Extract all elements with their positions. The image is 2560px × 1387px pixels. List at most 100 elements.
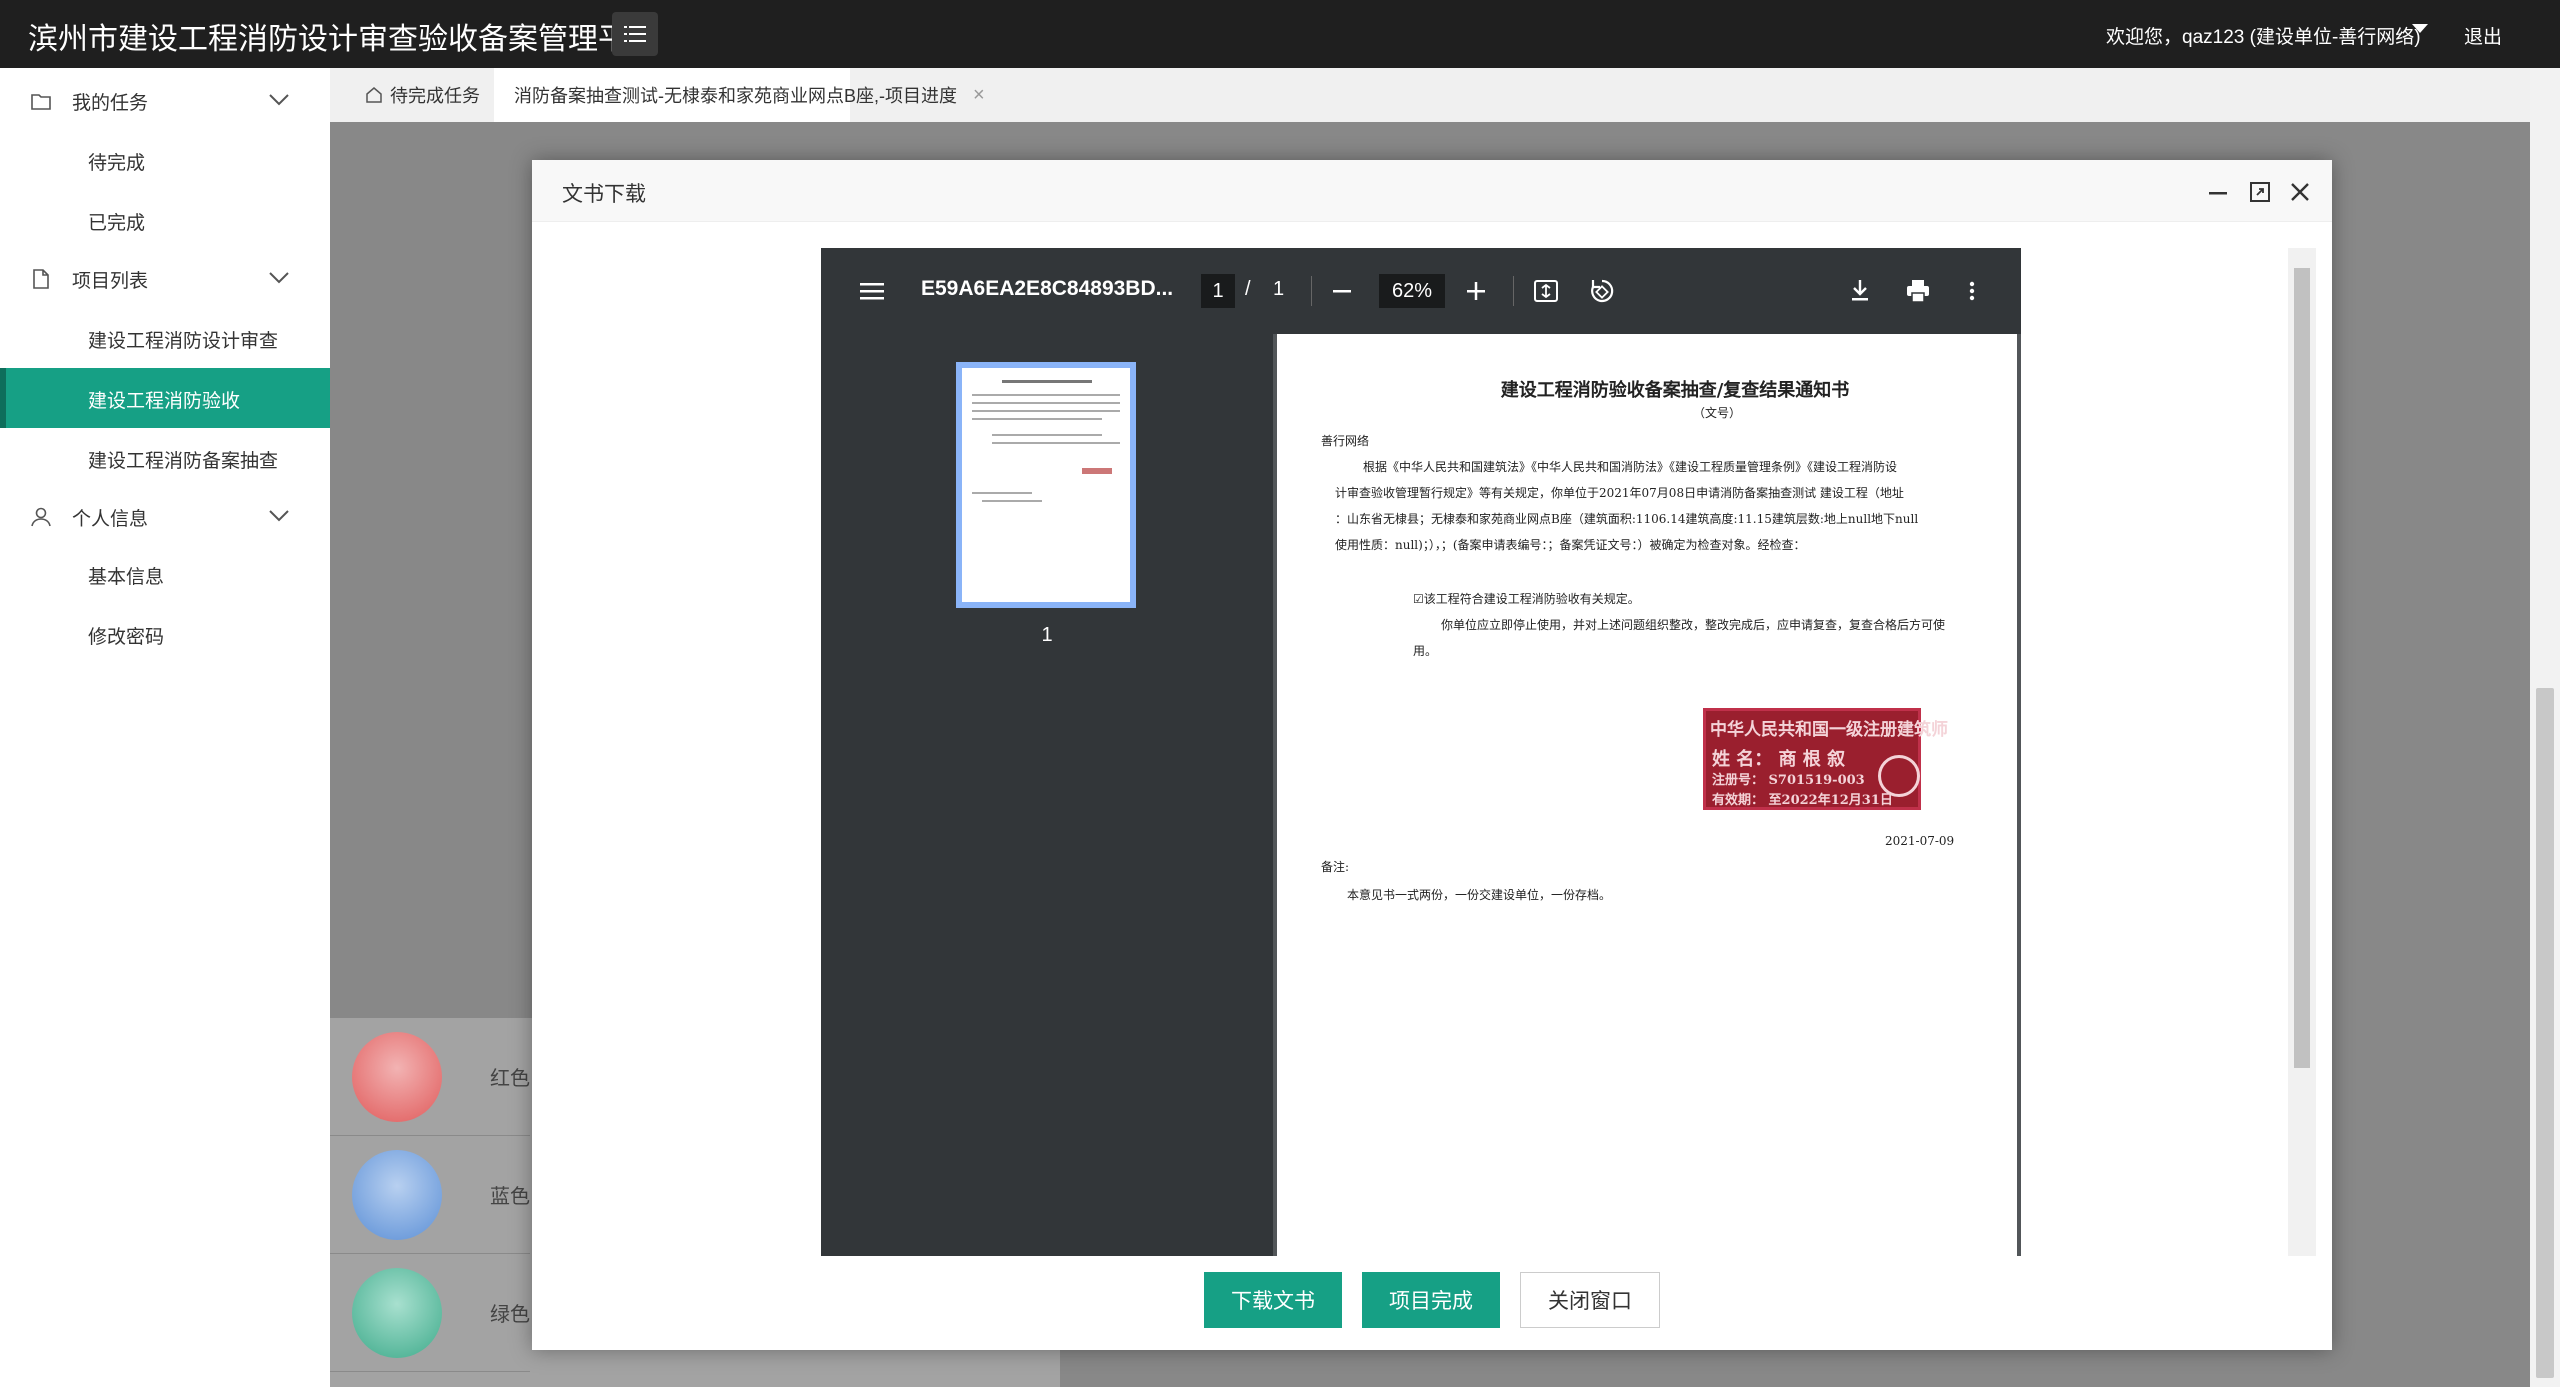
hamburger-menu-icon[interactable] [857,276,887,306]
download-icon[interactable] [1845,276,1875,306]
page-thumbnail[interactable] [956,362,1136,608]
sidebar-item-label: 建设工程消防备案抽查 [88,451,279,472]
thumbnail-page-number: 1 [1041,624,1053,646]
sidebar-item-label: 基本信息 [88,567,165,588]
sidebar-item-done[interactable]: 已完成 [0,190,330,250]
sidebar-item-change-password[interactable]: 修改密码 [0,604,330,664]
sidebar-group-label: 个人信息 [72,509,149,530]
sidebar-item-basic-info[interactable]: 基本信息 [0,544,330,604]
list-item-label: 蓝色 [490,1186,530,1208]
document-number: （文号） [1692,406,1741,420]
tab-bar: 待完成任务 消防备案抽查测试-无棣泰和家苑商业网点B座,-项目进度 × [330,68,2530,122]
list-item-label: 绿色 [490,1304,530,1326]
tab-project-progress[interactable]: 消防备案抽查测试-无棣泰和家苑商业网点B座,-项目进度 × [494,68,985,122]
avatar [352,1268,442,1358]
avatar [352,1150,442,1240]
more-vertical-icon[interactable] [1957,276,1987,306]
sidebar-item-pending[interactable]: 待完成 [0,130,330,190]
sidebar-group-label: 我的任务 [72,93,149,114]
document-title: 建设工程消防验收备案抽查/复查结果通知书 [1500,380,1850,401]
sidebar-group-project-list[interactable]: 项目列表 [0,248,330,308]
modal-header: 文书下载 [532,160,2332,222]
sidebar-group-my-tasks[interactable]: 我的任务 [0,70,330,130]
scrollbar-thumb[interactable] [2536,688,2554,1378]
document-recipient: 善行网络 [1321,434,1370,448]
sidebar-item-label: 建设工程消防验收 [88,391,241,412]
page-number-input[interactable]: 1 [1201,274,1235,308]
rotate-icon[interactable] [1587,276,1617,306]
seal-emblem-icon [1878,755,1920,797]
document-remark-label: 备注: [1321,860,1350,874]
home-icon [366,87,382,103]
download-document-button[interactable]: 下载文书 [1204,1272,1342,1328]
document-body-line: 计审查验收管理暂行规定》等有关规定，你单位于2021年07月08日申请消防备案抽… [1335,486,1904,500]
sidebar-item-label: 待完成 [88,153,146,174]
minimize-icon[interactable] [2206,180,2230,204]
list-item: 绿色 [330,1254,530,1372]
sidebar-item-filing-check[interactable]: 建设工程消防备案抽查 [0,428,330,488]
toolbar-divider [1513,276,1514,306]
zoom-in-icon[interactable] [1461,276,1491,306]
close-icon[interactable] [2288,180,2312,204]
stamp-text: 注册号： S701519-003 [1712,773,1865,788]
folder-icon [31,94,51,110]
tab-label: 待完成任务 [390,86,480,106]
chevron-down-icon [269,510,289,522]
page-scrollbar[interactable] [2530,68,2560,1387]
tab-home[interactable]: 待完成任务 [344,68,494,122]
document-remark-text: 本意见书一式两份，一份交建设单位，一份存档。 [1347,888,1612,902]
toolbar-divider [1311,276,1312,306]
close-window-button[interactable]: 关闭窗口 [1520,1272,1660,1328]
sidebar-item-label: 已完成 [88,213,146,234]
thumbnail-pane: 1 [821,334,1273,1256]
document-date: 2021-07-09 [1885,834,1955,848]
zoom-out-icon[interactable] [1327,276,1357,306]
sidebar-item-label: 修改密码 [88,627,165,648]
document-body-line: 使用性质：null)；），；(备案申请表编号：；备案凭证文号：）被确定为检查对象… [1335,538,1806,552]
tab-label: 消防备案抽查测试-无棣泰和家苑商业网点B座,-项目进度 [514,86,957,106]
document-notice: 用。 [1413,644,1438,658]
menu-toggle-button[interactable] [612,12,658,56]
thumbnail-preview [972,380,1120,502]
user-icon [31,507,51,527]
document-body-line: ：山东省无棣县；无棣泰和家苑商业网点B座（建筑面积:1106.14建筑高度:11… [1335,512,1919,526]
stamp-text: 中华人民共和国一级注册建筑师 [1710,720,1948,740]
pdf-file-name: E59A6EA2E8C84893BD... [921,277,1174,300]
sidebar: 我的任务 待完成 已完成 项目列表 建设工程消防设计审查 建设工程消防验收 建设… [0,68,330,1387]
print-icon[interactable] [1903,276,1933,306]
page-separator: / [1245,278,1251,300]
modal-scrollbar[interactable] [2288,248,2316,1256]
file-icon [33,269,49,289]
maximize-icon[interactable] [2248,180,2272,204]
zoom-level[interactable]: 62% [1379,274,1445,308]
document-check-item: ☑该工程符合建设工程消防验收有关规定。 [1413,592,1640,606]
sidebar-group-personal-info[interactable]: 个人信息 [0,486,330,546]
project-complete-button[interactable]: 项目完成 [1362,1272,1500,1328]
chevron-down-icon [269,94,289,106]
caret-down-icon[interactable] [2412,24,2428,33]
logout-link[interactable]: 退出 [2464,22,2502,49]
sidebar-group-label: 项目列表 [72,271,149,292]
sidebar-item-design-review[interactable]: 建设工程消防设计审查 [0,308,330,368]
modal-title: 文书下载 [562,183,646,206]
fit-page-icon[interactable] [1531,276,1561,306]
pdf-viewer: E59A6EA2E8C84893BD... 1 / 1 62% 1 建设工程消防… [821,248,2021,1256]
close-icon[interactable]: × [973,84,985,107]
architect-seal-stamp: 中华人民共和国一级注册建筑师 姓 名： 商 根 叙 注册号： S701519-0… [1703,708,1948,810]
avatar [352,1032,442,1122]
page-total: 1 [1273,278,1285,300]
list-item: 红色 [330,1018,530,1136]
scrollbar-thumb[interactable] [2294,268,2310,1068]
list-item-label: 红色 [490,1068,530,1090]
chevron-down-icon [269,272,289,284]
document-download-modal: 文书下载 E59A6EA2E8C84893BD... 1 / 1 62% 1 建… [532,160,2332,1350]
user-menu[interactable]: 欢迎您，qaz123 (建设单位-善行网络) [2106,22,2421,49]
stamp-text: 姓 名： 商 根 叙 [1712,749,1846,770]
app-title: 滨州市建设工程消防设计审查验收备案管理平台 [28,23,658,56]
sidebar-item-label: 建设工程消防设计审查 [88,331,279,352]
top-bar: 滨州市建设工程消防设计审查验收备案管理平台 欢迎您，qaz123 (建设单位-善… [0,0,2560,68]
stamp-text: 有效期： 至2022年12月31日 [1712,793,1893,808]
sidebar-item-acceptance[interactable]: 建设工程消防验收 [0,368,330,428]
document-body-line: 根据《中华人民共和国建筑法》《中华人民共和国消防法》《建设工程质量管理条例》《建… [1363,460,1898,474]
pdf-toolbar: E59A6EA2E8C84893BD... 1 / 1 62% [821,248,2021,334]
